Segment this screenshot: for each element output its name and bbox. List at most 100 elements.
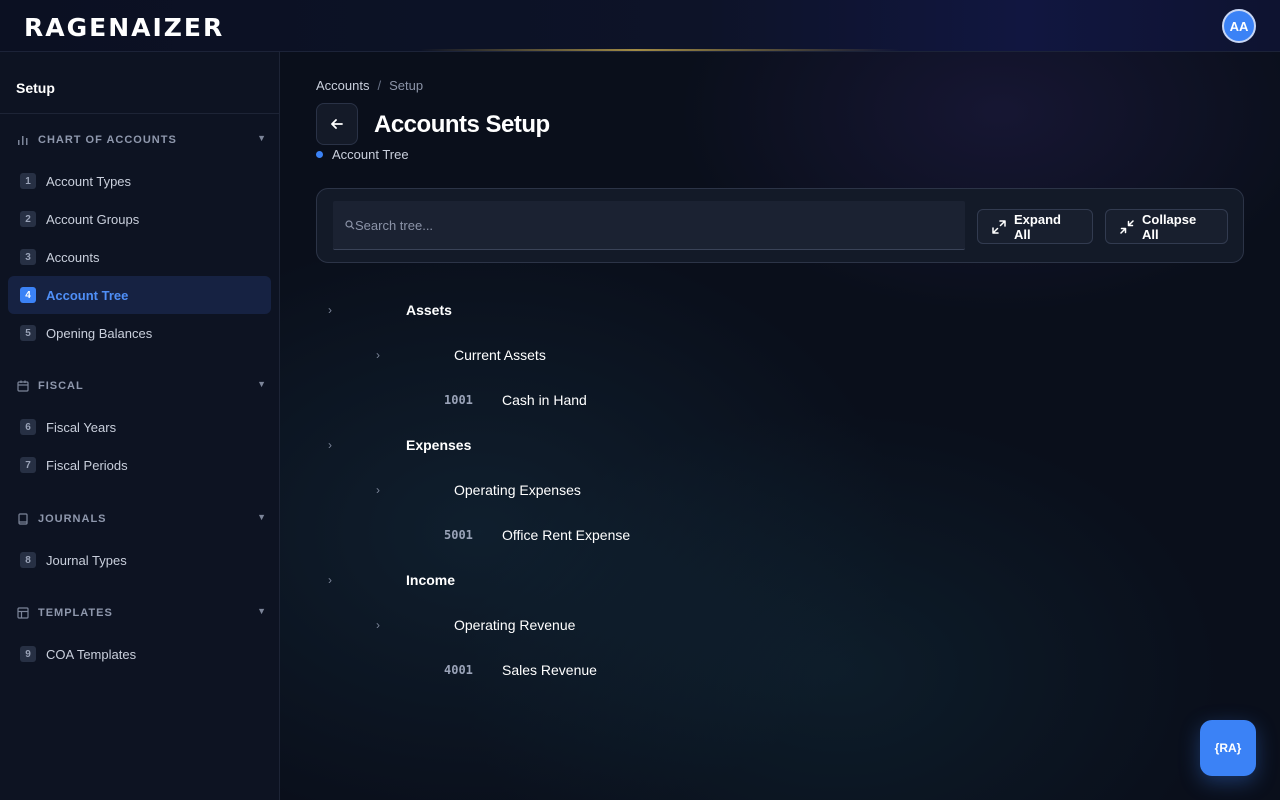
tree-node-label: Office Rent Expense: [502, 527, 631, 543]
sidebar-item-label: Account Types: [46, 173, 132, 189]
tree-node-label: Operating Revenue: [454, 617, 576, 633]
step-number: 3: [20, 249, 36, 265]
tree-node-label: Sales Revenue: [502, 662, 597, 678]
step-number: 7: [20, 457, 36, 473]
header-glow: [420, 49, 900, 51]
tree-node-current-assets[interactable]: › Current Assets: [280, 345, 880, 365]
top-bar: RAGENAIZER AA: [0, 0, 1280, 52]
tree-node-income[interactable]: › Income: [280, 570, 880, 590]
tree-node-expenses[interactable]: › Expenses: [280, 435, 880, 455]
subtitle-text: Account Tree: [332, 147, 409, 162]
sidebar-title: Setup: [16, 80, 55, 96]
sidebar-item-label: Fiscal Periods: [46, 457, 128, 473]
sidebar-item-label: Account Tree: [46, 287, 129, 303]
sidebar-item-fiscal-years[interactable]: 6 Fiscal Years: [8, 408, 271, 446]
search-input[interactable]: [355, 217, 945, 233]
sidebar-item-account-types[interactable]: 1 Account Types: [8, 162, 271, 200]
chevron-down-icon[interactable]: ▼: [257, 606, 266, 616]
step-number: 2: [20, 211, 36, 227]
account-code: 5001: [444, 528, 473, 542]
tree-node-label: Assets: [406, 302, 452, 318]
calendar-icon: [16, 379, 30, 393]
search-box[interactable]: [333, 201, 965, 250]
section-templates[interactable]: TEMPLATES ▼: [16, 603, 266, 623]
breadcrumb-separator: /: [377, 78, 382, 93]
chevron-right-icon[interactable]: ›: [328, 573, 332, 587]
tree-node-cash-in-hand[interactable]: 1001 Cash in Hand: [280, 390, 880, 410]
arrow-left-icon: [329, 116, 345, 132]
section-fiscal[interactable]: FISCAL ▼: [16, 376, 266, 396]
breadcrumb-setup: Setup: [389, 78, 424, 93]
assistant-button[interactable]: {RA}: [1200, 720, 1256, 776]
sidebar-item-account-groups[interactable]: 2 Account Groups: [8, 200, 271, 238]
tree-toolbar: Expand All Collapse All: [316, 188, 1244, 263]
step-number: 8: [20, 552, 36, 568]
sidebar-item-label: Opening Balances: [46, 325, 153, 341]
step-number: 1: [20, 173, 36, 189]
expand-all-button[interactable]: Expand All: [977, 209, 1093, 244]
sidebar-item-label: Accounts: [46, 249, 100, 265]
tree-node-label: Expenses: [406, 437, 472, 453]
tree-node-office-rent-expense[interactable]: 5001 Office Rent Expense: [280, 525, 880, 545]
breadcrumb: Accounts / Setup: [316, 78, 423, 93]
section-chart-of-accounts[interactable]: CHART OF ACCOUNTS ▼: [16, 130, 266, 150]
main-content: Accounts / Setup Accounts Setup Account …: [280, 52, 1280, 800]
template-icon: [16, 606, 30, 620]
breadcrumb-accounts[interactable]: Accounts: [316, 78, 369, 93]
sidebar-divider: [0, 113, 279, 114]
chevron-right-icon[interactable]: ›: [376, 618, 380, 632]
account-code: 4001: [444, 663, 473, 677]
sidebar-item-account-tree[interactable]: 4 Account Tree: [8, 276, 271, 314]
sidebar-item-label: Account Groups: [46, 211, 140, 227]
expand-all-label: Expand All: [1014, 211, 1061, 242]
user-avatar[interactable]: AA: [1222, 9, 1256, 43]
tree-node-label: Current Assets: [454, 347, 546, 363]
app-logo[interactable]: RAGENAIZER: [24, 15, 224, 41]
step-number: 9: [20, 646, 36, 662]
section-label: FISCAL: [38, 380, 84, 392]
collapse-all-label: Collapse All: [1142, 211, 1197, 242]
chevron-right-icon[interactable]: ›: [376, 348, 380, 362]
step-number: 4: [20, 287, 36, 303]
collapse-all-button[interactable]: Collapse All: [1105, 209, 1228, 244]
sidebar-item-fiscal-periods[interactable]: 7 Fiscal Periods: [8, 446, 271, 484]
sidebar: Setup CHART OF ACCOUNTS ▼ 1 Account Type…: [0, 52, 280, 800]
assistant-icon: {RA}: [1214, 741, 1242, 755]
section-label: TEMPLATES: [38, 607, 113, 619]
section-label: CHART OF ACCOUNTS: [38, 134, 177, 146]
chevron-down-icon[interactable]: ▼: [257, 133, 266, 143]
tree-node-label: Cash in Hand: [502, 392, 587, 408]
step-number: 5: [20, 325, 36, 341]
tree-node-assets[interactable]: › Assets: [280, 300, 880, 320]
search-icon: [345, 220, 355, 230]
sidebar-item-coa-templates[interactable]: 9 COA Templates: [8, 635, 271, 673]
chevron-right-icon[interactable]: ›: [328, 438, 332, 452]
sidebar-item-accounts[interactable]: 3 Accounts: [8, 238, 271, 276]
page-title: Accounts Setup: [374, 111, 550, 138]
step-number: 6: [20, 419, 36, 435]
back-button[interactable]: [316, 103, 358, 145]
book-icon: [16, 512, 30, 526]
tree-node-label: Operating Expenses: [454, 482, 581, 498]
sidebar-item-label: Fiscal Years: [46, 419, 117, 435]
chevron-down-icon[interactable]: ▼: [257, 512, 266, 522]
tree-node-operating-expenses[interactable]: › Operating Expenses: [280, 480, 880, 500]
tree-node-sales-revenue[interactable]: 4001 Sales Revenue: [280, 660, 880, 680]
page-subtitle: Account Tree: [316, 147, 409, 162]
section-journals[interactable]: JOURNALS ▼: [16, 509, 266, 529]
account-code: 1001: [444, 393, 473, 407]
chevron-right-icon[interactable]: ›: [328, 303, 332, 317]
tree-node-label: Income: [406, 572, 456, 588]
collapse-icon: [1120, 219, 1134, 234]
sidebar-item-opening-balances[interactable]: 5 Opening Balances: [8, 314, 271, 352]
status-dot: [316, 151, 323, 158]
sidebar-item-journal-types[interactable]: 8 Journal Types: [8, 541, 271, 579]
sidebar-item-label: COA Templates: [46, 646, 137, 662]
sidebar-item-label: Journal Types: [46, 552, 127, 568]
section-label: JOURNALS: [38, 513, 107, 525]
chevron-right-icon[interactable]: ›: [376, 483, 380, 497]
chevron-down-icon[interactable]: ▼: [257, 379, 266, 389]
expand-icon: [992, 219, 1006, 234]
tree-node-operating-revenue[interactable]: › Operating Revenue: [280, 615, 880, 635]
bar-chart-icon: [16, 133, 30, 147]
